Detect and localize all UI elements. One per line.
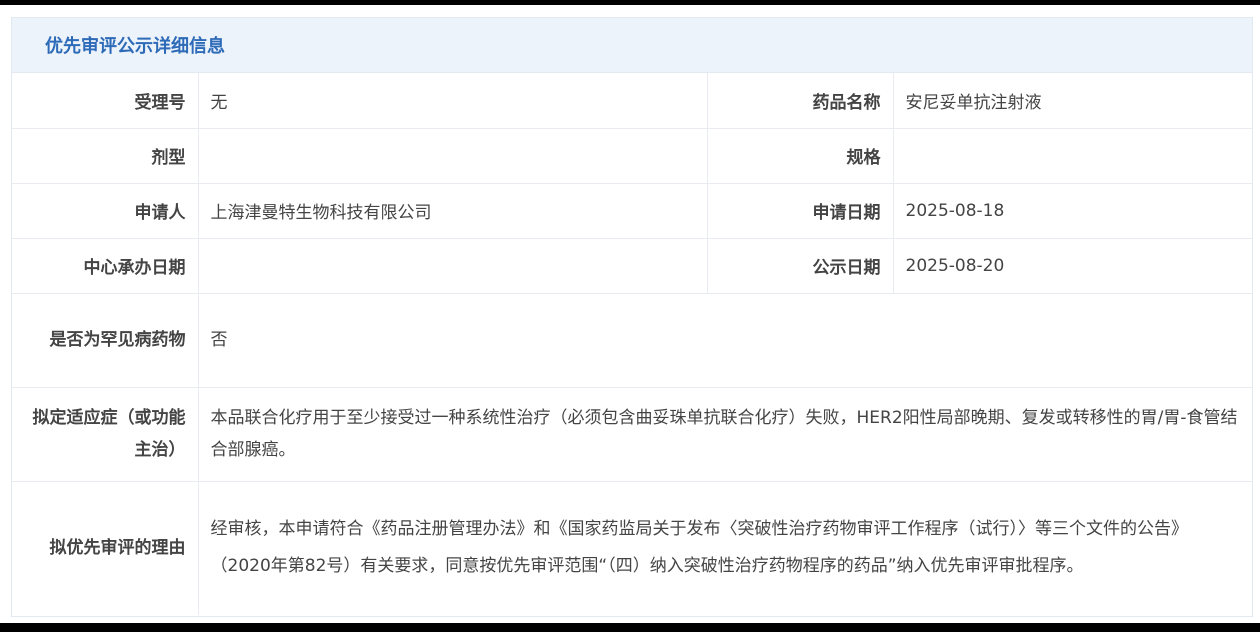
- acceptance-no-value: 无: [198, 73, 708, 129]
- indication-label: 拟定适应症（或功能主治）: [12, 387, 199, 482]
- center-date-value: [198, 238, 708, 294]
- drug-name-value: 安尼妥单抗注射液: [893, 73, 1252, 129]
- indication-value: 本品联合化疗用于至少接受过一种系统性治疗（必须包含曲妥珠单抗联合化疗）失败，HE…: [198, 387, 1252, 482]
- apply-date-value: 2025-08-18: [893, 183, 1252, 239]
- table-row: 拟定适应症（或功能主治） 本品联合化疗用于至少接受过一种系统性治疗（必须包含曲妥…: [12, 387, 1252, 482]
- page-frame: 优先审评公示详细信息 受理号 无 药品名称 安尼妥单抗注射液 剂型 规格 申请人…: [0, 5, 1260, 623]
- drug-name-label: 药品名称: [707, 73, 894, 129]
- dosage-form-value: [198, 128, 708, 184]
- panel-header: 优先审评公示详细信息: [12, 18, 1252, 73]
- applicant-label: 申请人: [12, 183, 199, 239]
- reason-value: 经审核，本申请符合《药品注册管理办法》和《国家药监局关于发布〈突破性治疗药物审评…: [210, 519, 1189, 577]
- table-row: 剂型 规格: [12, 128, 1252, 184]
- table-row: 拟优先审评的理由 经审核，本申请符合《药品注册管理办法》和《国家药监局关于发布〈…: [12, 481, 1252, 615]
- specification-value: [893, 128, 1252, 184]
- table-row: 受理号 无 药品名称 安尼妥单抗注射液: [12, 73, 1252, 129]
- table-row: 申请人 上海津曼特生物科技有限公司 申请日期 2025-08-18: [12, 183, 1252, 239]
- specification-label: 规格: [707, 128, 894, 184]
- rare-disease-value: 否: [198, 293, 1252, 388]
- table-row: 中心承办日期 公示日期 2025-08-20: [12, 238, 1252, 294]
- center-date-label: 中心承办日期: [12, 238, 199, 294]
- reason-label: 拟优先审评的理由: [12, 481, 199, 615]
- publish-date-label: 公示日期: [707, 238, 894, 294]
- detail-table: 受理号 无 药品名称 安尼妥单抗注射液 剂型 规格 申请人 上海津曼特生物科技有…: [12, 73, 1252, 615]
- detail-panel: 优先审评公示详细信息 受理号 无 药品名称 安尼妥单抗注射液 剂型 规格 申请人…: [11, 17, 1253, 617]
- apply-date-label: 申请日期: [707, 183, 894, 239]
- dosage-form-label: 剂型: [12, 128, 199, 184]
- acceptance-no-label: 受理号: [12, 73, 199, 129]
- panel-title: 优先审评公示详细信息: [45, 36, 225, 57]
- table-row: 是否为罕见病药物 否: [12, 293, 1252, 388]
- applicant-value: 上海津曼特生物科技有限公司: [198, 183, 708, 239]
- rare-disease-label: 是否为罕见病药物: [12, 293, 199, 388]
- publish-date-value: 2025-08-20: [893, 238, 1252, 294]
